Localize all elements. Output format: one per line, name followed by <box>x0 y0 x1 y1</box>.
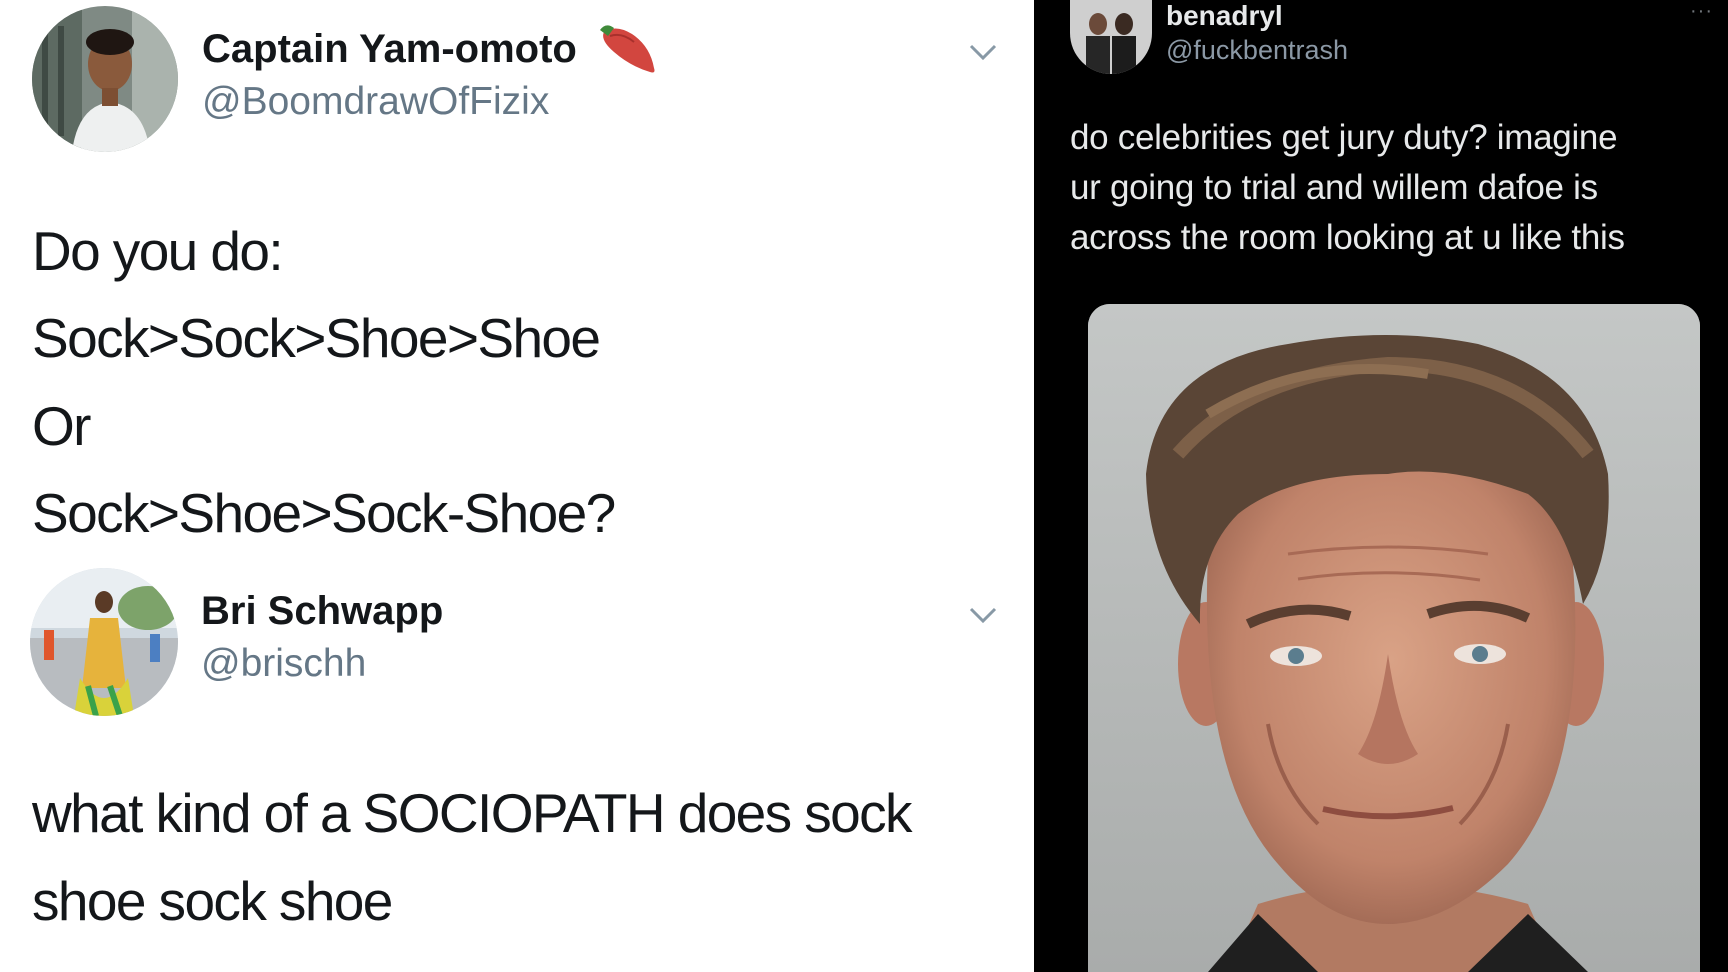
light-tweet-panel: Captain Yam-omoto @BoomdrawOfFizix Do yo… <box>0 0 998 972</box>
dark-tweet-panel: benadryl @fuckbentrash ··· do celebritie… <box>1034 0 1728 972</box>
tweet-text-line: shoe sock shoe <box>32 870 393 932</box>
display-name[interactable]: benadryl <box>1166 0 1283 32</box>
attached-photo[interactable] <box>1088 304 1700 972</box>
sweet-potato-icon <box>596 22 660 81</box>
tweet-text-line: Sock>Sock>Shoe>Shoe <box>32 307 601 369</box>
tweet-text-line: Sock>Shoe>Sock-Shoe? <box>32 482 616 544</box>
avatar[interactable] <box>30 568 178 716</box>
tweet-text-line: do celebrities get jury duty? imagine <box>1070 118 1618 157</box>
panel-divider <box>998 0 1034 972</box>
more-options-icon[interactable]: ··· <box>1690 0 1713 23</box>
display-name[interactable]: Bri Schwapp <box>201 589 443 634</box>
tweet-text-line: Or <box>32 395 92 457</box>
chevron-down-icon[interactable] <box>968 42 998 67</box>
user-handle[interactable]: @fuckbentrash <box>1166 35 1348 66</box>
avatar[interactable] <box>1070 0 1152 74</box>
chevron-down-icon[interactable] <box>968 605 998 630</box>
display-name[interactable]: Captain Yam-omoto <box>202 27 577 72</box>
user-handle[interactable]: @brischh <box>201 642 366 686</box>
tweet-text-line: across the room looking at u like this <box>1070 218 1625 257</box>
tweet-text-line: Do you do: <box>32 220 284 282</box>
tweet-text-line: what kind of a SOCIOPATH does sock <box>32 782 913 844</box>
tweet-text-line: ur going to trial and willem dafoe is <box>1070 168 1598 207</box>
avatar[interactable] <box>32 6 178 152</box>
user-handle[interactable]: @BoomdrawOfFizix <box>202 80 549 124</box>
